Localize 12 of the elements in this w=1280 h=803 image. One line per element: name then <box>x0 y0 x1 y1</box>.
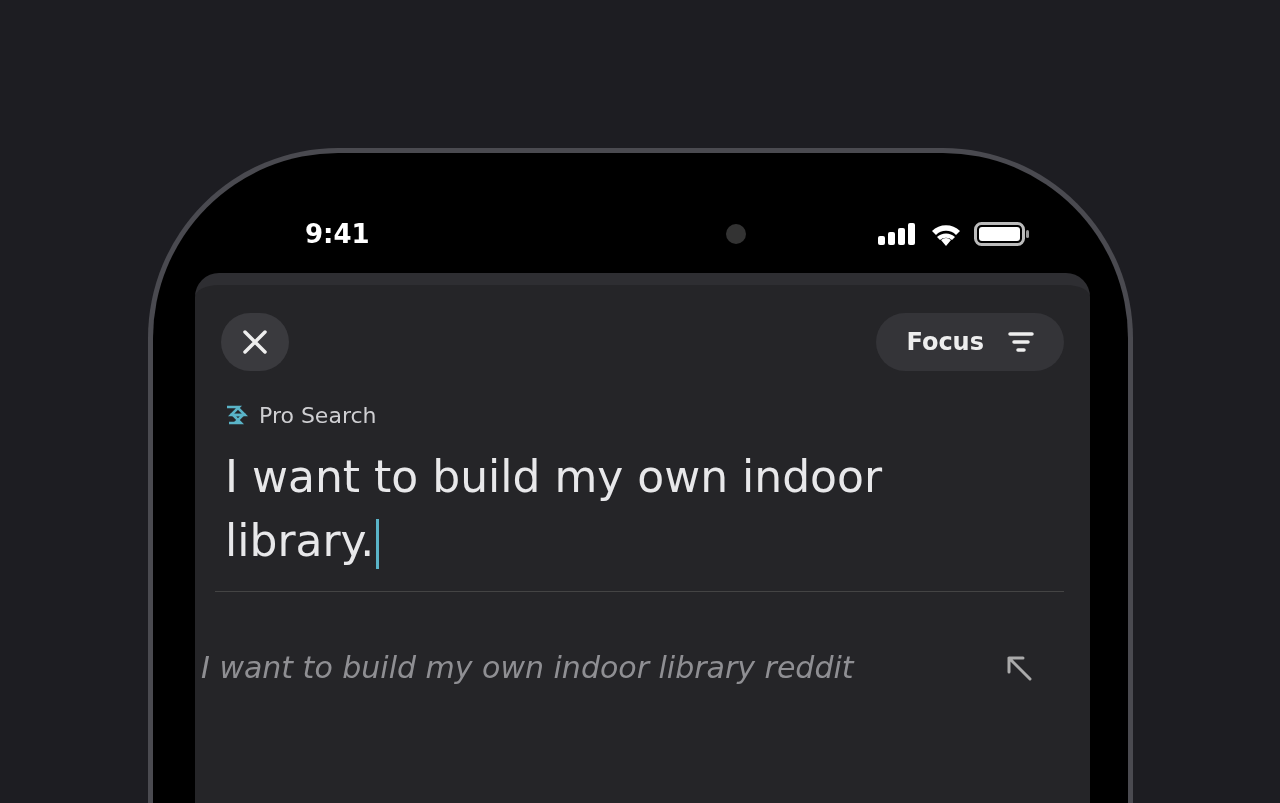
camera-icon <box>725 224 746 244</box>
mode-label[interactable]: Pro Search <box>259 402 377 428</box>
close-icon <box>241 328 269 356</box>
signal-icon <box>878 223 918 245</box>
battery-icon <box>974 222 1030 246</box>
suggestion-item[interactable]: I want to build my own indoor library reddit <box>201 650 854 685</box>
text-cursor <box>376 519 380 569</box>
wifi-icon <box>930 222 962 246</box>
filter-icon <box>1008 331 1034 353</box>
focus-button[interactable]: Focus <box>876 313 1064 371</box>
status-time: 9:41 <box>305 219 370 249</box>
query-input[interactable]: I want to build my own indoor library. <box>221 445 1015 573</box>
